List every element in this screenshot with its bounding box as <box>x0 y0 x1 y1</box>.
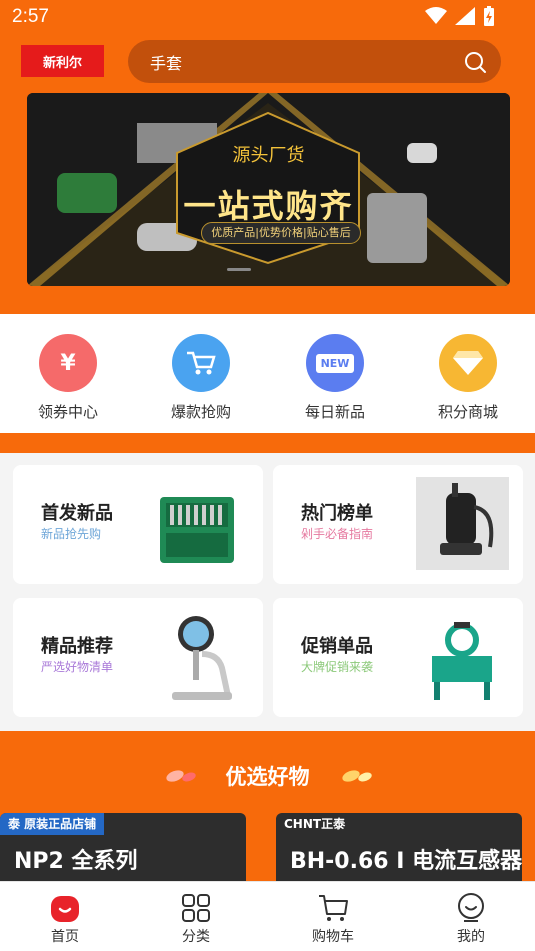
nav-label: 购物车 <box>312 929 354 945</box>
user-icon <box>458 893 484 922</box>
card-title: 精品推荐 <box>41 636 113 657</box>
pump-image <box>416 477 509 570</box>
search-input[interactable]: 手套 <box>150 50 182 74</box>
nav-category[interactable]: 分类 <box>146 892 246 946</box>
banner-headline: 一站式购齐 <box>183 187 354 225</box>
new-badge-icon: NEW <box>306 334 364 392</box>
pipe-bender-image <box>432 622 492 700</box>
battery-icon <box>484 6 494 26</box>
tool-kit-image <box>160 497 234 563</box>
coupon-icon: ¥ <box>39 334 97 392</box>
bottom-nav: 首页 分类 购物车 我的 <box>0 881 535 951</box>
nav-label: 我的 <box>457 929 485 945</box>
quick-item-label: 积分商城 <box>437 403 498 421</box>
card-hot-list[interactable]: 热门榜单 剁手必备指南 <box>273 465 523 584</box>
card-subtitle: 剁手必备指南 <box>301 527 374 541</box>
status-bar: 2:57 <box>0 0 535 36</box>
cart-discount-icon <box>172 334 230 392</box>
product-title: BH-0.66 I 电流互感器 <box>290 849 522 874</box>
quick-item-points-mall[interactable]: 积分商城 <box>413 334 523 422</box>
nav-home[interactable]: 首页 <box>15 892 115 946</box>
card-subtitle: 大牌促销来袭 <box>301 660 374 674</box>
carousel-indicator <box>227 268 251 271</box>
card-title: 首发新品 <box>41 503 113 524</box>
status-icons <box>425 6 495 26</box>
card-new-releases[interactable]: 首发新品 新品抢先购 <box>13 465 263 584</box>
product-tag: CHNT正泰 <box>284 817 346 831</box>
nav-label: 首页 <box>51 929 79 945</box>
status-time: 2:57 <box>12 6 49 27</box>
card-recommended[interactable]: 精品推荐 严选好物清单 <box>13 598 263 717</box>
nav-label: 分类 <box>182 929 210 945</box>
search-icon[interactable] <box>463 50 487 74</box>
cart-icon <box>319 895 348 921</box>
quick-item-label: 领券中心 <box>37 403 98 421</box>
featured-title: 优选好物 <box>225 765 310 789</box>
logo-text: 新利尔 <box>42 55 82 71</box>
app-logo[interactable]: 新利尔 <box>21 45 104 77</box>
quick-item-label: 每日新品 <box>304 403 365 421</box>
signal-icon <box>455 7 475 25</box>
search-bar[interactable]: 手套 <box>128 40 501 83</box>
card-subtitle: 新品抢先购 <box>41 527 102 541</box>
card-title: 促销单品 <box>301 636 373 657</box>
card-promotions[interactable]: 促销单品 大牌促销来袭 <box>273 598 523 717</box>
quick-entries: ¥ 领券中心 爆款抢购 NEW 每日新品 积分商城 <box>0 314 535 433</box>
banner-tagline: 优质产品|优势价格|贴心售后 <box>201 222 361 244</box>
diamond-icon <box>439 334 497 392</box>
card-subtitle: 严选好物清单 <box>41 660 114 674</box>
feature-cards: 首发新品 新品抢先购 热门榜单 剁手必备指南 精品推荐 严选好物清单 促销单品 … <box>0 453 535 731</box>
promo-banner[interactable]: 源头厂货 一站式购齐 优质产品|优势价格|贴心售后 <box>27 93 510 286</box>
quick-item-daily-new[interactable]: NEW 每日新品 <box>280 334 390 422</box>
wifi-icon <box>425 7 447 24</box>
nav-profile[interactable]: 我的 <box>421 892 521 946</box>
quick-item-flash-sale[interactable]: 爆款抢购 <box>146 334 256 422</box>
quick-item-coupon-center[interactable]: ¥ 领券中心 <box>13 334 123 422</box>
quick-item-label: 爆款抢购 <box>170 403 231 421</box>
decoration-icon <box>342 770 372 782</box>
home-icon <box>51 896 79 922</box>
card-title: 热门榜单 <box>301 503 373 524</box>
nav-cart[interactable]: 购物车 <box>283 892 383 946</box>
grid-icon <box>182 894 210 922</box>
featured-section: 优选好物 泰 原装正品店铺 NP2 全系列 CHNT正泰 BH-0.66 I 电… <box>0 731 535 893</box>
gauge-image <box>172 616 232 700</box>
banner-subtitle: 源头厂货 <box>232 145 305 166</box>
product-title: NP2 全系列 <box>14 849 138 874</box>
section-divider <box>0 433 535 453</box>
product-tag: 泰 原装正品店铺 <box>0 813 105 835</box>
